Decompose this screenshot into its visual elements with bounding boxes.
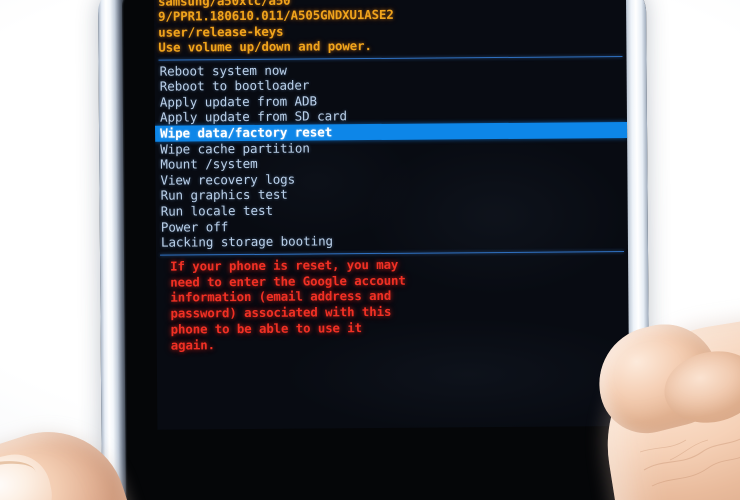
phone-screen-bezel: Android Recovery samsung/a50xtc/a50 9/PP… [121, 0, 630, 500]
recovery-menu-list: Reboot system now Reboot to bootloader A… [155, 60, 628, 251]
smartphone-device: Android Recovery samsung/a50xtc/a50 9/PP… [97, 0, 651, 500]
menu-item-lacking-storage-booting[interactable]: Lacking storage booting [160, 231, 624, 250]
navigation-hint-line: Use volume up/down and power. [158, 38, 372, 55]
android-recovery-screen: Android Recovery samsung/a50xtc/a50 9/PP… [153, 0, 630, 430]
screenshot-stage: Android Recovery samsung/a50xtc/a50 9/PP… [0, 0, 740, 500]
google-account-warning-block: If your phone is reset, you may need to … [160, 255, 625, 353]
recovery-console: Android Recovery samsung/a50xtc/a50 9/PP… [154, 0, 629, 353]
